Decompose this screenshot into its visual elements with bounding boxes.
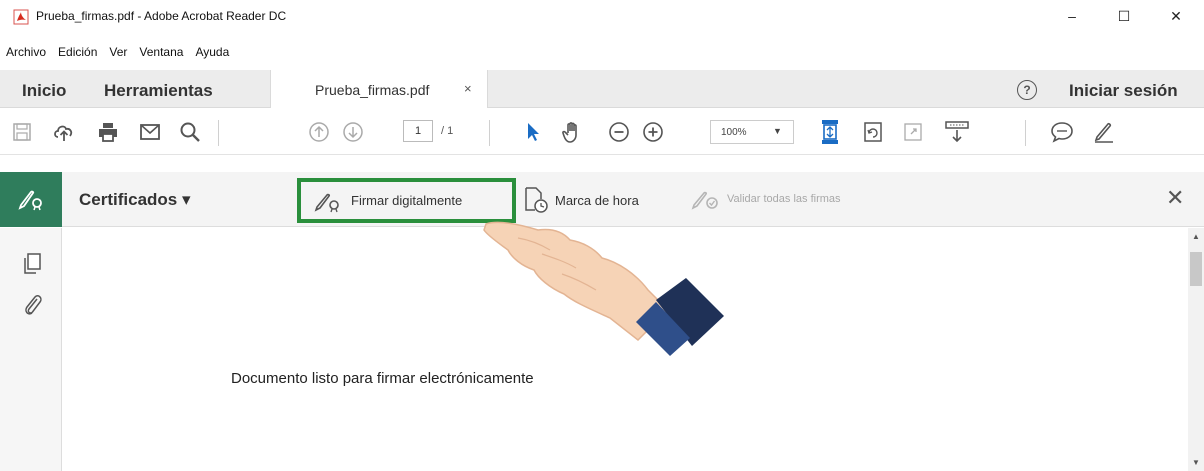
email-icon[interactable] <box>137 120 163 144</box>
search-icon[interactable] <box>177 120 203 144</box>
menu-ver[interactable]: Ver <box>109 45 127 65</box>
zoom-value: 100% <box>721 127 747 138</box>
timestamp-button[interactable]: Marca de hora <box>555 193 639 208</box>
page-number-input[interactable]: 1 <box>403 120 433 142</box>
rotate-page-icon[interactable] <box>860 120 886 144</box>
sign-digitally-label: Firmar digitalmente <box>351 193 463 208</box>
menu-ventana[interactable]: Ventana <box>139 45 183 65</box>
main-toolbar <box>0 108 1204 155</box>
select-cursor-icon[interactable] <box>520 120 546 144</box>
comment-icon[interactable] <box>1049 120 1075 144</box>
help-icon[interactable]: ? <box>1017 80 1037 100</box>
close-tool-icon[interactable]: ✕ <box>1166 185 1184 211</box>
navigation-panel <box>0 228 62 471</box>
tab-inicio[interactable]: Inicio <box>22 81 66 101</box>
full-screen-icon[interactable] <box>900 120 926 144</box>
scroll-up-icon[interactable]: ▲ <box>1192 232 1200 241</box>
tab-close-icon[interactable]: × <box>464 81 472 96</box>
pen-sign-icon[interactable] <box>1091 120 1117 144</box>
page-thumbnails-icon[interactable] <box>22 252 44 276</box>
prev-page-icon[interactable] <box>306 120 332 144</box>
zoom-select[interactable]: 100% ▼ <box>710 120 794 144</box>
title-bar: Prueba_firmas.pdf - Adobe Acrobat Reader… <box>0 0 1204 32</box>
maximize-button[interactable]: ☐ <box>1104 4 1144 28</box>
save-icon[interactable] <box>9 120 35 144</box>
hand-tool-icon[interactable] <box>560 120 586 144</box>
print-icon[interactable] <box>95 120 121 144</box>
certificates-toolbar: Certificados ▾ Firmar digitalmente Marca… <box>0 172 1204 227</box>
signin-button[interactable]: Iniciar sesión <box>1069 81 1178 101</box>
menu-bar: Archivo Edición Ver Ventana Ayuda <box>0 45 235 65</box>
acrobat-icon <box>13 9 29 25</box>
toolbar-divider <box>1025 120 1026 146</box>
menu-edicion[interactable]: Edición <box>58 45 97 65</box>
page-total: / 1 <box>441 125 454 137</box>
zoom-out-icon[interactable] <box>606 120 632 144</box>
read-mode-icon[interactable] <box>944 120 970 144</box>
toolbar-divider <box>218 120 219 146</box>
document-text: Documento listo para firmar electrónicam… <box>231 370 534 387</box>
timestamp-icon[interactable] <box>523 186 549 214</box>
toolbar-divider <box>489 120 490 146</box>
attachment-icon[interactable] <box>22 292 44 318</box>
document-view <box>63 228 1188 471</box>
next-page-icon[interactable] <box>340 120 366 144</box>
scroll-down-icon[interactable]: ▼ <box>1192 458 1200 467</box>
close-button[interactable]: ✕ <box>1156 4 1196 28</box>
certificate-pen-icon <box>18 190 42 211</box>
upload-cloud-icon[interactable] <box>51 120 77 144</box>
menu-ayuda[interactable]: Ayuda <box>195 45 229 65</box>
certificates-tool-icon-panel <box>0 172 62 227</box>
tab-herramientas[interactable]: Herramientas <box>104 81 213 101</box>
digital-sign-icon <box>314 193 339 213</box>
menu-archivo[interactable]: Archivo <box>6 45 46 65</box>
validate-signatures-icon <box>691 191 718 210</box>
sign-digitally-button[interactable]: Firmar digitalmente <box>297 178 516 223</box>
window-title: Prueba_firmas.pdf - Adobe Acrobat Reader… <box>36 9 287 23</box>
scrollbar-thumb[interactable] <box>1190 252 1202 286</box>
certificates-menu[interactable]: Certificados ▾ <box>79 190 191 210</box>
tab-document-label: Prueba_firmas.pdf <box>315 82 430 98</box>
tab-document[interactable]: Prueba_firmas.pdf × <box>270 70 488 109</box>
validate-all-signatures-button[interactable]: Validar todas las firmas <box>727 193 841 205</box>
chevron-down-icon: ▼ <box>773 126 782 136</box>
fit-page-icon[interactable] <box>817 120 843 144</box>
minimize-button[interactable]: – <box>1052 4 1092 28</box>
zoom-in-icon[interactable] <box>640 120 666 144</box>
